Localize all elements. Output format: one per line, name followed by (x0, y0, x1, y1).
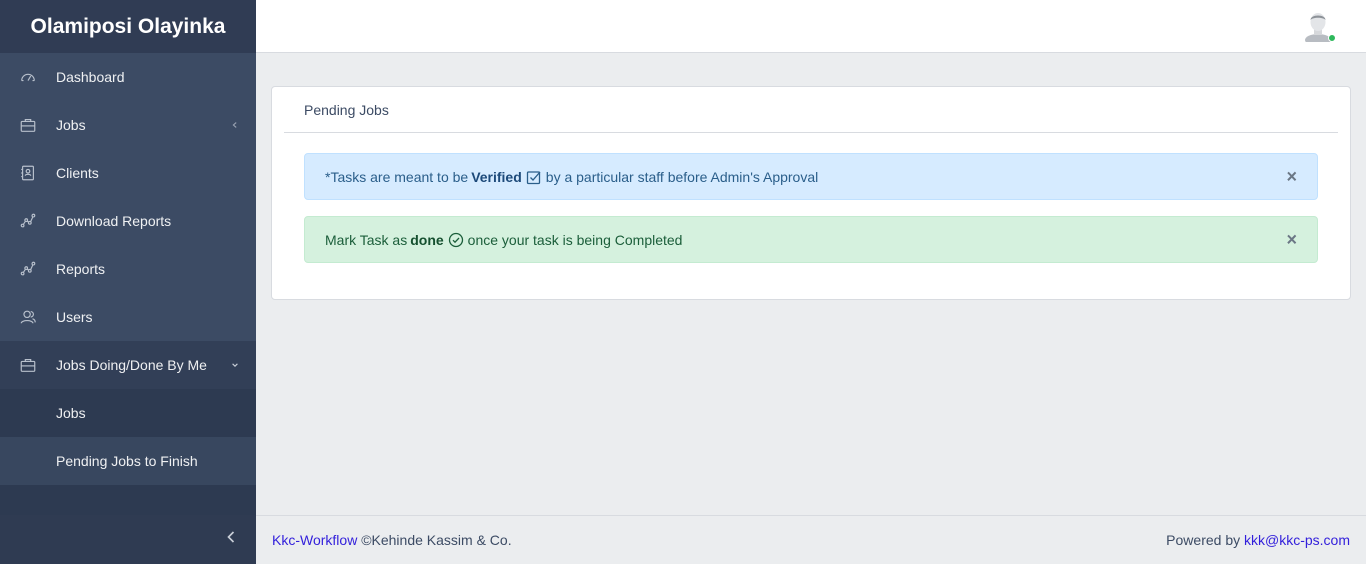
sidebar-item-clients[interactable]: Clients (0, 149, 256, 197)
sidebar: Olamiposi Olayinka Dashboard Jobs Client… (0, 0, 256, 564)
sidebar-item-label: Reports (56, 261, 106, 277)
close-button[interactable]: × (1286, 229, 1297, 250)
close-button[interactable]: × (1286, 166, 1297, 187)
contact-icon (18, 163, 38, 183)
avatar[interactable] (1304, 10, 1336, 46)
alert-text-bold: Verified (471, 168, 522, 185)
chevron-left-icon (230, 120, 240, 130)
footer-right: Powered by kkk@kkc-ps.com (1166, 532, 1350, 548)
checkbox-check-icon (526, 169, 542, 185)
sidebar-item-jobs[interactable]: Jobs (0, 101, 256, 149)
alert-text-bold: done (410, 231, 444, 248)
sidebar-item-reports[interactable]: Reports (0, 245, 256, 293)
sidebar-minimize-button[interactable] (0, 515, 256, 564)
footer-powered-by: Powered by (1166, 532, 1241, 548)
sidebar-item-label: Clients (56, 165, 99, 181)
sidebar-subitem-jobs[interactable]: Jobs (0, 389, 256, 437)
online-status-dot (1328, 34, 1336, 42)
chevron-down-icon (230, 360, 240, 370)
footer-brand-link[interactable]: Kkc-Workflow (272, 532, 357, 548)
footer: Kkc-Workflow ©Kehinde Kassim & Co. Power… (256, 515, 1366, 564)
alert-text-post: by a particular staff before Admin's App… (545, 168, 819, 185)
sidebar-brand[interactable]: Olamiposi Olayinka (0, 0, 256, 53)
sidebar-item-label: Users (56, 309, 93, 325)
sidebar-subitem-pending-jobs[interactable]: Pending Jobs to Finish (0, 437, 256, 485)
top-header (256, 0, 1366, 53)
sidebar-item-users[interactable]: Users (0, 293, 256, 341)
sidebar-subnav-spacer (0, 485, 256, 515)
sidebar-item-label: Jobs Doing/Done By Me (56, 357, 207, 373)
sidebar-item-label: Jobs (56, 117, 86, 133)
footer-copyright: ©Kehinde Kassim & Co. (361, 532, 512, 548)
people-icon (18, 307, 38, 327)
sidebar-item-dashboard[interactable]: Dashboard (0, 53, 256, 101)
sidebar-item-label: Jobs (56, 405, 86, 421)
sidebar-nav: Dashboard Jobs Clients Download Reports (0, 53, 256, 389)
alert-text-pre: *Tasks are meant to be (325, 168, 469, 185)
check-circle-icon (448, 232, 464, 248)
sidebar-subnav: Jobs Pending Jobs to Finish (0, 389, 256, 485)
chart-line-icon (18, 211, 38, 231)
briefcase-icon (18, 115, 38, 135)
info-alert: *Tasks are meant to be Verified by a par… (304, 153, 1318, 200)
alert-text-pre: Mark Task as (325, 231, 408, 248)
footer-email-link[interactable]: kkk@kkc-ps.com (1244, 532, 1350, 548)
sidebar-item-download-reports[interactable]: Download Reports (0, 197, 256, 245)
footer-left: Kkc-Workflow ©Kehinde Kassim & Co. (272, 532, 512, 548)
card-title: Pending Jobs (284, 87, 1338, 133)
speedometer-icon (18, 67, 38, 87)
alert-text-post: once your task is being Completed (467, 231, 683, 248)
pending-jobs-card: Pending Jobs *Tasks are meant to be Veri… (271, 86, 1351, 300)
chart-line-icon (18, 259, 38, 279)
briefcase-icon (18, 355, 38, 375)
success-alert: Mark Task as done once your task is bein… (304, 216, 1318, 263)
sidebar-item-label: Download Reports (56, 213, 172, 229)
chevron-left-icon (226, 530, 236, 549)
sidebar-item-label: Pending Jobs to Finish (56, 453, 198, 469)
sidebar-item-jobs-doing-done[interactable]: Jobs Doing/Done By Me (0, 341, 256, 389)
sidebar-item-label: Dashboard (56, 69, 125, 85)
